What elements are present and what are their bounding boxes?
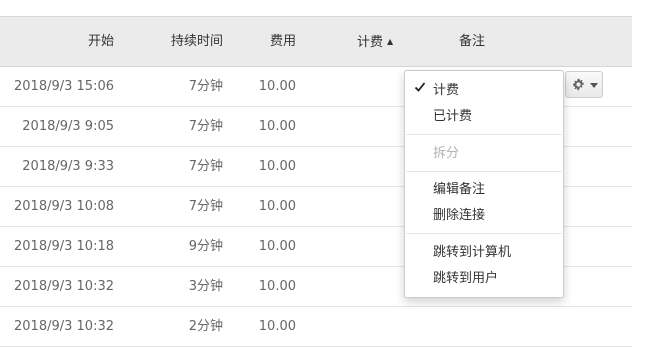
table-row[interactable]: 2018/9/3 10:32 2分钟 10.00 [0,307,632,347]
start-cell: 2018/9/3 9:33 [22,159,114,174]
row-actions-button[interactable] [565,71,603,98]
column-header-billing[interactable]: 计费 ▲ [357,17,393,66]
fee-cell: 10.00 [258,199,296,214]
menu-item-split: 拆分 [433,146,460,161]
start-cell: 2018/9/3 10:32 [14,279,114,294]
menu-divider [406,171,562,172]
duration-cell: 7分钟 [188,199,223,214]
fee-cell: 10.00 [258,119,296,134]
caret-down-icon [590,83,598,88]
checkmark-icon [414,82,426,92]
table-header: 开始 持续时间 费用 计费 ▲ 备注 [0,16,632,67]
duration-cell: 9分钟 [188,239,223,254]
start-cell: 2018/9/3 10:32 [14,319,114,334]
menu-item-billed[interactable]: 已计费 [433,106,472,128]
start-cell: 2018/9/3 9:05 [22,119,114,134]
fee-cell: 10.00 [258,279,296,294]
column-header-duration[interactable]: 持续时间 [171,17,223,66]
menu-item-goto-computer[interactable]: 跳转到计算机 [433,242,511,264]
start-cell: 2018/9/3 15:06 [14,79,114,94]
menu-item-edit-note[interactable]: 编辑备注 [433,179,485,201]
menu-item-goto-user[interactable]: 跳转到用户 [433,268,498,290]
fee-cell: 10.00 [258,239,296,254]
column-header-note[interactable]: 备注 [459,17,485,66]
duration-cell: 7分钟 [188,79,223,94]
fee-cell: 10.00 [258,79,296,94]
column-header-fee[interactable]: 费用 [270,17,296,66]
duration-cell: 3分钟 [188,279,223,294]
column-header-start[interactable]: 开始 [88,17,114,66]
duration-cell: 7分钟 [188,119,223,134]
menu-divider [406,233,562,234]
column-header-billing-label: 计费 [357,35,384,50]
fee-cell: 10.00 [258,319,296,334]
start-cell: 2018/9/3 10:18 [14,239,114,254]
billing-table-page: 开始 持续时间 费用 计费 ▲ 备注 2018/9/3 15:06 7分钟 10.… [0,0,652,347]
duration-cell: 2分钟 [188,319,223,334]
row-actions-menu: 计费 已计费 拆分 编辑备注 删除连接 跳转到计算机 跳转到用户 [404,70,564,298]
menu-item-delete-connection[interactable]: 删除连接 [433,205,485,227]
menu-divider [406,134,562,135]
duration-cell: 7分钟 [188,159,223,174]
gear-icon [573,78,584,91]
fee-cell: 10.00 [258,159,296,174]
start-cell: 2018/9/3 10:08 [14,199,114,214]
sort-ascending-icon: ▲ [387,37,394,46]
menu-item-billing[interactable]: 计费 [433,80,459,102]
